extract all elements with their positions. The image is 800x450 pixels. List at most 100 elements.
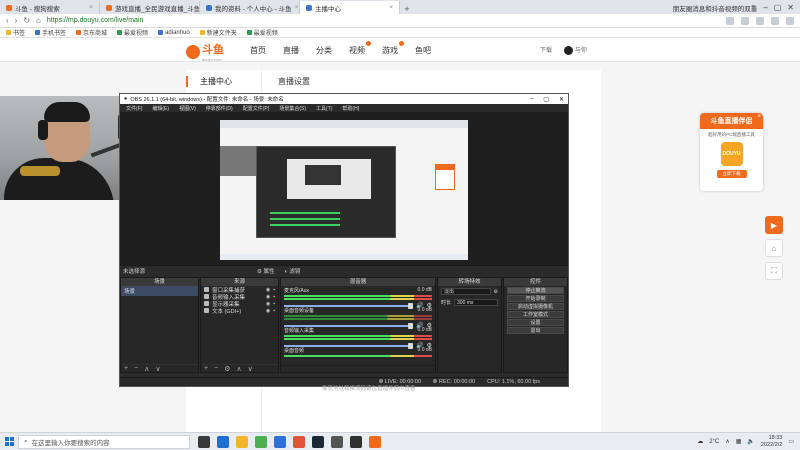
refresh-icon[interactable]: ↻: [23, 16, 30, 25]
edge-icon[interactable]: [217, 435, 229, 448]
volume-slider[interactable]: [284, 342, 414, 349]
clock[interactable]: 18:33 2022/2/2: [761, 435, 782, 449]
menu-edit[interactable]: 编辑(E): [152, 105, 169, 112]
browser-tab[interactable]: 游戏直播_全民游戏直播_斗鱼直播×: [100, 1, 200, 14]
menu-tools[interactable]: 工具(T): [316, 105, 332, 112]
duration-input[interactable]: 300 ms: [454, 299, 498, 306]
close-icon[interactable]: ✕: [559, 96, 564, 103]
douyu-icon[interactable]: [369, 435, 381, 448]
tray-up-icon[interactable]: ∧: [725, 438, 729, 445]
volume-icon[interactable]: 🔈: [747, 438, 754, 445]
notice-text[interactable]: 朋友圈消息和抖音视频的双重: [673, 3, 758, 13]
browser-tab[interactable]: 我的资料 - 个人中心 - 斗鱼 ×: [200, 1, 300, 14]
lock-icon[interactable]: ▪: [273, 308, 275, 314]
menu-profile[interactable]: 配置文件(P): [243, 105, 270, 112]
weather-icon[interactable]: ☁: [697, 438, 703, 445]
bookmark-item[interactable]: 最爱视频: [117, 28, 148, 37]
source-item[interactable]: 文本 (GDI+) ◉ ▪: [201, 307, 278, 315]
lock-icon[interactable]: ▪: [273, 301, 275, 307]
nav-live[interactable]: 直播: [283, 45, 299, 56]
url-field[interactable]: https://mp.douyu.com/live/main: [47, 17, 144, 24]
close-tab-icon[interactable]: ×: [295, 4, 299, 11]
nav-home[interactable]: 首页: [250, 45, 266, 56]
browser-tab[interactable]: 斗鱼 - 搜狗搜索 ×: [0, 1, 100, 14]
exit-button[interactable]: 退出: [507, 327, 564, 334]
stop-streaming-button[interactable]: 停止推流: [507, 287, 564, 294]
start-button[interactable]: [0, 433, 18, 450]
menu-icon[interactable]: [786, 16, 794, 25]
nav-category[interactable]: 分类: [316, 45, 332, 56]
menu-docks[interactable]: 停靠部件(D): [206, 105, 233, 112]
virtual-camera-button[interactable]: 启动虚拟摄像机: [507, 303, 564, 310]
extension-icon[interactable]: [771, 16, 779, 25]
remove-icon[interactable]: −: [214, 365, 218, 372]
bookmark-item[interactable]: 最爱视频: [246, 28, 278, 37]
move-down-icon[interactable]: ∨: [155, 365, 160, 373]
eye-icon[interactable]: ◉: [266, 301, 270, 307]
transition-select[interactable]: 淡出: [441, 288, 491, 295]
gear-icon[interactable]: ⚙: [494, 289, 498, 295]
forward-icon[interactable]: ›: [15, 16, 18, 25]
site-logo[interactable]: 斗鱼 douyu.com: [186, 41, 224, 62]
extension-icon[interactable]: [726, 16, 734, 25]
filters-button[interactable]: ◐ 滤镜: [285, 267, 301, 275]
add-icon[interactable]: +: [204, 365, 208, 372]
notification-icon[interactable]: ▭: [788, 438, 794, 445]
network-icon[interactable]: ▦: [736, 438, 742, 445]
promo-widget[interactable]: × 斗鱼直播伴侣 超好用的PC端直播工具 DOUYU 立即下载: [700, 113, 763, 191]
play-icon[interactable]: ▶: [765, 216, 783, 234]
volume-slider[interactable]: [284, 322, 414, 329]
nav-video[interactable]: 视频: [349, 41, 371, 56]
extension-icon[interactable]: [741, 16, 749, 25]
home-icon[interactable]: ⌂: [765, 239, 783, 257]
lock-icon[interactable]: ▪: [273, 294, 275, 300]
properties-button[interactable]: ⚙ 属性: [257, 267, 274, 275]
user-menu[interactable]: 与你: [564, 45, 587, 55]
obs-preview[interactable]: [120, 113, 568, 265]
eye-icon[interactable]: ◉: [266, 287, 270, 293]
app-icon[interactable]: [293, 435, 305, 448]
add-icon[interactable]: +: [124, 365, 128, 372]
move-down-icon[interactable]: ∨: [248, 365, 253, 373]
menu-help[interactable]: 帮助(H): [342, 105, 359, 112]
eye-icon[interactable]: ◉: [266, 308, 270, 314]
lock-icon[interactable]: ▪: [273, 287, 275, 293]
minimize-icon[interactable]: –: [530, 96, 533, 103]
bookmark-item[interactable]: 书签: [6, 28, 25, 37]
back-icon[interactable]: ‹: [6, 16, 9, 25]
steam-icon[interactable]: [312, 435, 324, 448]
studio-mode-button[interactable]: 工作室模式: [507, 311, 564, 318]
browser-tab-active[interactable]: 主播中心 ×: [300, 1, 400, 14]
sidebar-title[interactable]: 主播中心: [186, 76, 261, 87]
menu-file[interactable]: 文件(F): [126, 105, 142, 112]
maximize-icon[interactable]: ▢: [543, 96, 549, 103]
move-up-icon[interactable]: ∧: [144, 365, 149, 373]
obs-icon[interactable]: [350, 435, 362, 448]
download-link[interactable]: 下载: [540, 45, 552, 54]
weather-temp[interactable]: 2°C: [709, 439, 719, 445]
new-tab-button[interactable]: +: [400, 4, 414, 14]
bookmark-item[interactable]: 新建文件夹: [199, 28, 237, 37]
settings-button[interactable]: 设置: [507, 319, 564, 326]
move-up-icon[interactable]: ∧: [236, 365, 241, 373]
close-window-icon[interactable]: ✕: [787, 3, 794, 12]
app-icon[interactable]: [274, 435, 286, 448]
download-button[interactable]: 立即下载: [716, 170, 747, 178]
taskbar-search[interactable]: ⌕ 在这里输入你要搜索的内容: [18, 434, 190, 449]
scene-item[interactable]: 场景: [121, 286, 198, 296]
gear-icon[interactable]: ⚙: [224, 365, 230, 373]
eye-icon[interactable]: ◉: [266, 294, 270, 300]
minimize-icon[interactable]: –: [763, 3, 767, 12]
file-explorer-icon[interactable]: [236, 435, 248, 448]
maximize-icon[interactable]: ▢: [774, 3, 782, 12]
remove-icon[interactable]: −: [134, 365, 138, 372]
start-recording-button[interactable]: 开始录制: [507, 295, 564, 302]
home-icon[interactable]: ⌂: [36, 16, 41, 25]
close-tab-icon[interactable]: ×: [389, 4, 393, 11]
nav-game[interactable]: 游戏: [382, 41, 404, 56]
bookmark-item[interactable]: 手机书签: [35, 28, 66, 37]
menu-scene-collection[interactable]: 场景集合(S): [279, 105, 306, 112]
extension-icon[interactable]: [756, 16, 764, 25]
close-icon[interactable]: ×: [757, 114, 761, 120]
volume-slider[interactable]: [284, 302, 414, 309]
